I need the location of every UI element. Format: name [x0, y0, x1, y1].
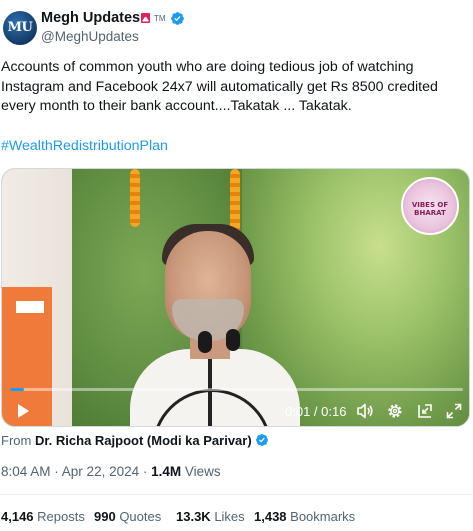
bookmarks-stat[interactable]: 1,438 Bookmarks — [254, 509, 355, 524]
tweet-text-line: every month to their bank account....Tak… — [1, 98, 352, 114]
author-badges: TM — [140, 9, 185, 27]
video-time-current: 0:01 — [285, 404, 311, 419]
likes-count: 13.3K — [176, 509, 211, 524]
attribution-user-link[interactable]: Dr. Richa Rajpoot (Modi ka Parivar) — [35, 433, 252, 448]
views-count: 1.4M — [151, 464, 182, 479]
tweet-date-link[interactable]: Apr 22, 2024 — [62, 464, 139, 479]
views-label: Views — [181, 464, 221, 479]
video-time-separator: / — [310, 404, 322, 419]
video-time: 0:01 / 0:16 — [285, 404, 346, 419]
divider — [0, 494, 473, 495]
tweet-text: Accounts of common youth who are doing t… — [1, 58, 466, 117]
tweet-meta: 8:04 AM · Apr 22, 2024 · 1.4M Views — [1, 464, 221, 479]
meta-separator: · — [139, 464, 152, 479]
channel-watermark-logo: VIBES OF BHARAT — [401, 177, 459, 235]
watermark-text: VIBES OF BHARAT — [411, 201, 449, 217]
reposts-stat[interactable]: 4,146 Reposts — [1, 509, 85, 524]
verified-badge-icon — [170, 11, 184, 25]
video-attribution: From Dr. Richa Rajpoot (Modi ka Parivar) — [1, 433, 269, 448]
quotes-count: 990 — [94, 509, 116, 524]
attribution-prefix: From — [1, 433, 35, 448]
hashtag-link[interactable]: #WealthRedistributionPlan — [1, 138, 168, 154]
marigold-garland — [230, 169, 240, 233]
reposts-count: 4,146 — [1, 509, 34, 524]
bookmarks-count: 1,438 — [254, 509, 287, 524]
video-player[interactable]: VIBES OF BHARAT 0:01 / 0:16 — [1, 168, 470, 427]
microphone — [226, 329, 240, 351]
reposts-label: Reposts — [33, 509, 85, 524]
likes-label: Likes — [210, 509, 245, 524]
quotes-stat[interactable]: 990 Quotes — [94, 509, 161, 524]
tweet-header: MU Megh Updates TM @MeghUpdates — [0, 8, 473, 48]
video-banner-stripe — [16, 301, 44, 313]
trademark-label: TM — [154, 13, 166, 23]
volume-icon[interactable] — [356, 402, 374, 420]
play-icon[interactable] — [14, 402, 32, 420]
video-progress-bar[interactable] — [10, 388, 463, 391]
video-time-total: 0:16 — [321, 404, 347, 419]
siren-flag-icon — [141, 13, 150, 23]
picture-in-picture-icon[interactable] — [416, 402, 434, 420]
author-handle[interactable]: @MeghUpdates — [41, 29, 139, 44]
marigold-garland — [130, 169, 140, 227]
verified-badge-icon — [255, 434, 268, 446]
likes-stat[interactable]: 13.3K Likes — [176, 509, 245, 524]
avatar-initials: MU — [7, 20, 33, 35]
tweet-text-line: Accounts of common youth who are doing t… — [1, 59, 414, 75]
microphone — [198, 331, 212, 353]
quotes-label: Quotes — [115, 509, 162, 524]
avatar[interactable]: MU — [3, 11, 37, 45]
gear-icon[interactable] — [386, 402, 404, 420]
bookmarks-label: Bookmarks — [286, 509, 356, 524]
author-display-name[interactable]: Megh Updates — [41, 10, 140, 26]
tweet-time-link[interactable]: 8:04 AM — [1, 464, 51, 479]
video-progress-fill — [10, 388, 24, 391]
tweet-text-line: Instagram and Facebook 24x7 will automat… — [1, 78, 438, 95]
fullscreen-icon[interactable] — [445, 402, 463, 420]
meta-separator: · — [50, 464, 62, 479]
video-controls: 0:01 / 0:16 — [2, 398, 469, 424]
